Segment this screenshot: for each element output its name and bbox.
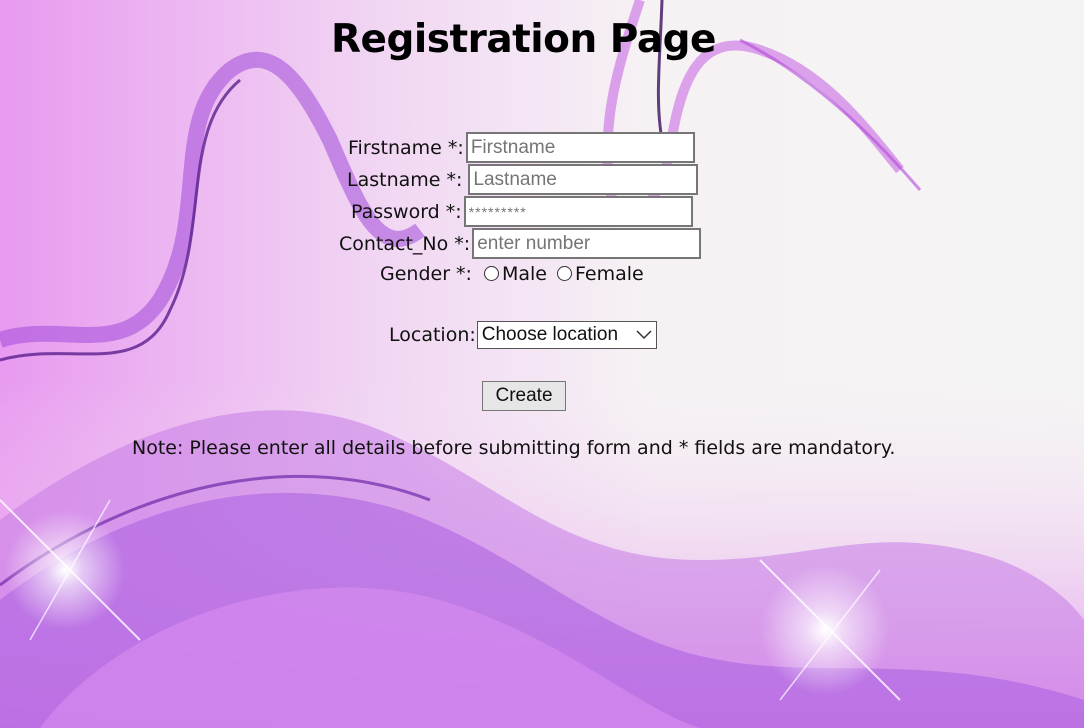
firstname-label: Firstname *:	[348, 136, 464, 159]
lastname-row: Lastname *:	[347, 164, 699, 195]
gender-option-male[interactable]: Male	[483, 263, 547, 285]
firstname-input[interactable]	[465, 132, 695, 163]
create-button[interactable]: Create	[482, 381, 566, 411]
location-selected-value: Choose location	[481, 324, 619, 345]
password-input[interactable]	[463, 196, 693, 227]
contact-row: Contact_No *:	[339, 228, 702, 259]
gender-row: Gender *: Male Female	[380, 263, 654, 285]
male-label: Male	[501, 263, 547, 285]
password-row: Password *:	[351, 196, 693, 227]
gender-label: Gender *:	[380, 263, 472, 285]
location-label: Location:	[389, 324, 476, 346]
page-title: Registration Page	[330, 17, 717, 62]
contact-number-input[interactable]	[472, 228, 702, 259]
registration-page: Registration Page Firstname *: Lastname …	[0, 0, 1084, 728]
mandatory-note: Note: Please enter all details before su…	[132, 437, 896, 459]
gender-option-female[interactable]: Female	[556, 263, 644, 285]
location-row: Location: Choose location	[389, 321, 657, 349]
lastname-label: Lastname *:	[347, 168, 463, 191]
contact-label: Contact_No *:	[339, 232, 471, 255]
firstname-row: Firstname *:	[348, 132, 695, 163]
location-select[interactable]: Choose location	[476, 321, 657, 349]
password-label: Password *:	[351, 200, 462, 223]
male-radio[interactable]	[483, 265, 499, 281]
lastname-input[interactable]	[468, 164, 699, 195]
female-radio[interactable]	[556, 265, 572, 281]
chevron-down-icon	[636, 330, 652, 340]
female-label: Female	[574, 263, 644, 285]
